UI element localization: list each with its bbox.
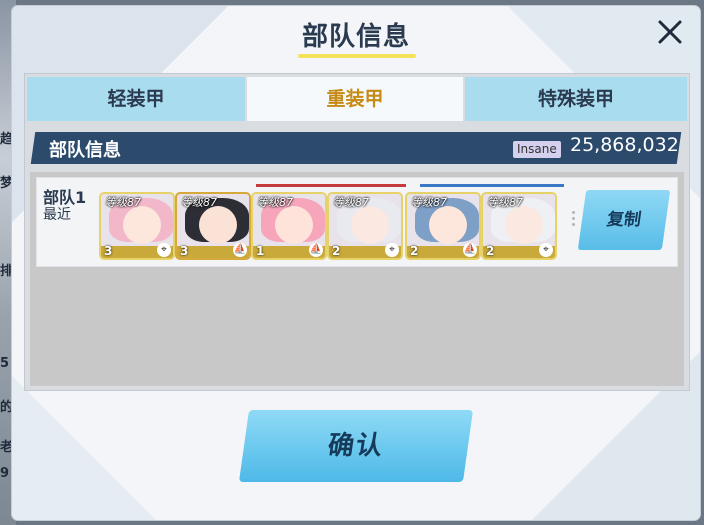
- role-icon: ⛵: [309, 243, 323, 257]
- member-card[interactable]: 等级87 1 ⛵: [251, 192, 327, 260]
- member-card[interactable]: 等级87 2 ⌖: [481, 192, 557, 260]
- character-face: [199, 206, 237, 244]
- red-group-bar: [256, 184, 406, 187]
- team-list[interactable]: 部队1 最近 等级87 3 ⌖ 等级87 3 ⛵ 等级87 1 ⛵ 等级87 2…: [30, 172, 684, 386]
- confirm-button[interactable]: 确认: [238, 410, 474, 482]
- close-icon: [658, 20, 682, 44]
- role-icon: ⛵: [233, 243, 247, 257]
- member-card[interactable]: 等级87 2 ⌖: [327, 192, 403, 260]
- team-info-label: 部队信息: [49, 140, 121, 161]
- character-face: [123, 206, 161, 244]
- member-level: 等级87: [487, 196, 523, 209]
- character-face: [505, 206, 543, 244]
- member-star: 3: [180, 244, 189, 258]
- character-face: [275, 206, 313, 244]
- member-level: 等级87: [411, 196, 447, 209]
- team-sub-label: 最近: [43, 207, 71, 223]
- member-star: 2: [332, 244, 341, 258]
- member-star: 1: [256, 244, 265, 258]
- role-icon: ⌖: [385, 243, 399, 257]
- role-icon: ⌖: [539, 243, 553, 257]
- member-card[interactable]: 等级87 3 ⛵: [175, 192, 251, 260]
- blue-group-bar: [420, 184, 564, 187]
- team-row[interactable]: 部队1 最近 等级87 3 ⌖ 等级87 3 ⛵ 等级87 1 ⛵ 等级87 2…: [36, 177, 678, 267]
- member-card[interactable]: 等级87 2 ⛵: [405, 192, 481, 260]
- tab-special-armor[interactable]: 特殊装甲: [465, 77, 687, 121]
- armor-tabs: 轻装甲 重装甲 特殊装甲: [25, 74, 689, 124]
- member-star: 3: [104, 244, 113, 258]
- member-level: 等级87: [105, 196, 141, 209]
- member-level: 等级87: [333, 196, 369, 209]
- role-icon: ⌖: [157, 243, 171, 257]
- title-underline: [298, 54, 416, 58]
- armor-panel: 轻装甲 重装甲 特殊装甲 部队信息 Insane 25,868,032 部队1 …: [24, 73, 690, 391]
- member-star: 2: [410, 244, 419, 258]
- tab-light-armor[interactable]: 轻装甲: [27, 77, 245, 121]
- team-power: 25,868,032: [570, 134, 679, 156]
- character-face: [351, 206, 389, 244]
- member-card[interactable]: 等级87 3 ⌖: [99, 192, 175, 260]
- drag-handle-icon[interactable]: [572, 208, 576, 238]
- member-level: 等级87: [181, 196, 217, 209]
- dialog-title: 部队信息: [301, 22, 410, 52]
- character-face: [429, 206, 467, 244]
- close-button[interactable]: [652, 14, 688, 50]
- member-level: 等级87: [257, 196, 293, 209]
- team-info-dialog: 部队信息 轻装甲 重装甲 特殊装甲 部队信息 Insane 25,868,032…: [12, 6, 700, 520]
- difficulty-badge: Insane: [513, 141, 561, 158]
- copy-team-button[interactable]: 复制: [577, 190, 671, 250]
- member-star: 2: [486, 244, 495, 258]
- tab-heavy-armor[interactable]: 重装甲: [247, 77, 463, 121]
- role-icon: ⛵: [463, 243, 477, 257]
